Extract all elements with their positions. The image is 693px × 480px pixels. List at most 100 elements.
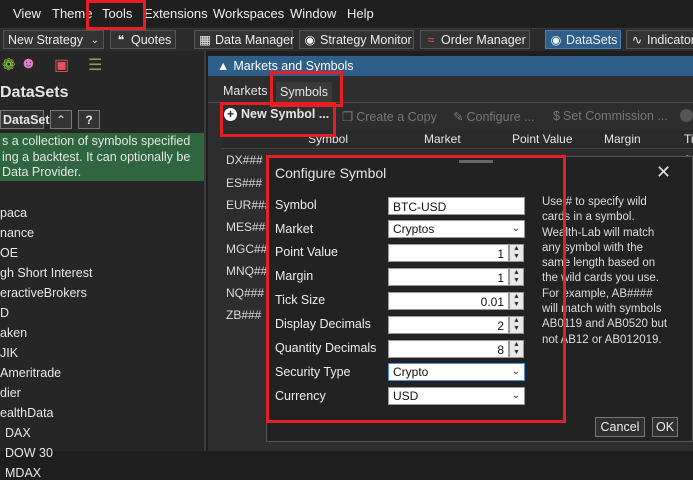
list-item[interactable]: DAX [5, 426, 31, 440]
menu-workspaces[interactable]: Workspaces [213, 6, 284, 21]
symbol-field[interactable]: BTC-USD [388, 197, 525, 215]
order-manager-button[interactable]: ≈ Order Manager [420, 30, 530, 49]
tick-size-stepper[interactable]: ▲ ▼ [509, 292, 524, 310]
display-decimals-stepper[interactable]: ▲ ▼ [509, 316, 524, 334]
tab-divider [208, 102, 693, 103]
display-decimals-field[interactable]: 2 [388, 316, 509, 334]
col-tick[interactable]: Ti [684, 132, 693, 146]
table-row[interactable]: EUR### [226, 198, 271, 212]
order-manager-label: Order Manager [441, 33, 526, 47]
quotes-icon: ❝ [117, 33, 125, 47]
leaf-icon[interactable]: ❁ [2, 55, 15, 75]
drag-handle[interactable] [459, 160, 493, 163]
strategy-select-value: New Strategy [8, 33, 84, 47]
indicators-button[interactable]: ∿ Indicator [626, 30, 693, 49]
indicators-label: Indicator [647, 33, 693, 47]
books-icon[interactable]: ☰ [88, 55, 102, 75]
strategy-monitor-button[interactable]: ◉ Strategy Monitor [299, 30, 414, 49]
list-item[interactable]: DOW 30 [5, 446, 53, 460]
help-line: AB0119 and AB0520 but [542, 318, 668, 331]
table-row[interactable]: ZB### [226, 308, 261, 322]
list-item[interactable]: gh Short Interest [0, 266, 92, 280]
list-item[interactable]: ealthData [0, 406, 54, 420]
ok-button[interactable]: OK [652, 417, 678, 437]
strategy-select[interactable]: New Strategy ⌄ [3, 30, 104, 49]
col-symbol[interactable]: Symbol [308, 132, 348, 146]
list-item[interactable]: aken [0, 326, 27, 340]
strategy-monitor-label: Strategy Monitor [320, 33, 412, 47]
security-type-value: Crypto [393, 365, 429, 379]
point-value-label: Point Value [275, 245, 339, 259]
help-button[interactable]: ? [78, 110, 100, 129]
tick-size-field[interactable]: 0.01 [388, 292, 509, 310]
list-item[interactable]: Ameritrade [0, 366, 61, 380]
help-line: will match with symbols [542, 303, 662, 316]
set-commission-label: Set Commission ... [562, 109, 668, 123]
data-manager-button[interactable]: ▦ Data Manager [194, 30, 295, 49]
list-item[interactable]: paca [0, 206, 27, 220]
help-line: the wild cards you use. [542, 272, 659, 285]
point-value-field[interactable]: 1 [388, 244, 509, 262]
grid-header: Symbol Market Point Value Margin Ti [222, 130, 693, 149]
table-row[interactable]: ES### [226, 176, 262, 190]
remove-icon[interactable] [680, 109, 693, 122]
col-margin[interactable]: Margin [604, 132, 641, 146]
table-row[interactable]: NQ### [226, 286, 264, 300]
menu-tools[interactable]: Tools [102, 6, 132, 21]
description-box: s a collection of symbols specified ing … [0, 133, 204, 181]
list-item[interactable]: MDAX [5, 466, 41, 480]
datasets-button[interactable]: ◉ DataSets [545, 30, 621, 49]
table-row[interactable]: DX### [226, 153, 263, 167]
currency-select[interactable]: USD ⌄ [388, 387, 525, 405]
menu-view[interactable]: View [13, 6, 41, 21]
chevron-down-icon: ⌄ [90, 35, 99, 46]
brain-icon[interactable]: ☻ [20, 55, 37, 73]
monitor-icon: ◉ [304, 33, 316, 47]
point-value-stepper[interactable]: ▲ ▼ [509, 244, 524, 262]
quantity-decimals-stepper[interactable]: ▲ ▼ [509, 340, 524, 358]
help-line: same length based on [542, 257, 656, 270]
help-line: any symbol with the [542, 241, 643, 254]
menu-theme[interactable]: Theme [52, 6, 92, 21]
list-item[interactable]: OE [0, 246, 18, 260]
data-manager-label: Data Manager [215, 33, 295, 47]
list-item[interactable]: nance [0, 226, 34, 240]
market-value: Cryptos [393, 222, 435, 236]
chevron-down-icon: ⌄ [511, 223, 520, 234]
configure-symbol-dialog: Configure Symbol ✕ Symbol BTC-USD Market… [266, 156, 693, 442]
margin-field[interactable]: 1 [388, 268, 509, 286]
margin-label: Margin [275, 269, 314, 283]
toolbar: New Strategy ⌄ ❝ Quotes ▦ Data Manager ◉ St… [0, 28, 693, 51]
new-dataset-button[interactable]: DataSet [0, 110, 50, 129]
list-item[interactable]: D [0, 306, 9, 320]
chevron-down-icon: ⌄ [511, 390, 520, 401]
security-type-select[interactable]: Crypto ⌄ [388, 363, 525, 381]
menu-help[interactable]: Help [347, 6, 374, 21]
cancel-button[interactable]: Cancel [595, 417, 645, 437]
market-select[interactable]: Cryptos ⌄ [388, 220, 525, 238]
set-commission-button[interactable]: $ Set Commission ... [553, 109, 668, 123]
tab-markets[interactable]: Markets [223, 84, 267, 98]
menu-extensions[interactable]: Extensions [144, 6, 208, 21]
quotes-button[interactable]: ❝ Quotes [110, 30, 176, 49]
margin-stepper[interactable]: ▲ ▼ [509, 268, 524, 286]
tab-symbols[interactable]: Symbols [276, 82, 332, 102]
wave-icon: ∿ [631, 33, 643, 47]
configure-button[interactable]: ✎ Configure ... [453, 109, 535, 124]
description-line: Data Provider. [2, 165, 82, 179]
col-point-value[interactable]: Point Value [512, 132, 573, 146]
list-item[interactable]: eractiveBrokers [0, 286, 87, 300]
menu-window[interactable]: Window [290, 6, 336, 21]
col-market[interactable]: Market [424, 132, 461, 146]
configure-label: Configure ... [466, 110, 535, 124]
wifi-icon: ≈ [427, 33, 435, 47]
new-symbol-button[interactable]: + New Symbol ... [224, 107, 329, 121]
list-item[interactable]: JIK [0, 346, 18, 360]
list-item[interactable]: dier [0, 386, 21, 400]
close-icon[interactable]: ✕ [656, 162, 671, 183]
help-line: Use # to specify wild [542, 196, 647, 208]
quantity-decimals-field[interactable]: 8 [388, 340, 509, 358]
create-copy-button[interactable]: ❐ Create a Copy [342, 109, 437, 124]
collapse-up-icon[interactable]: ⌃ [50, 110, 72, 129]
cubes-icon[interactable]: ▣ [54, 55, 69, 75]
